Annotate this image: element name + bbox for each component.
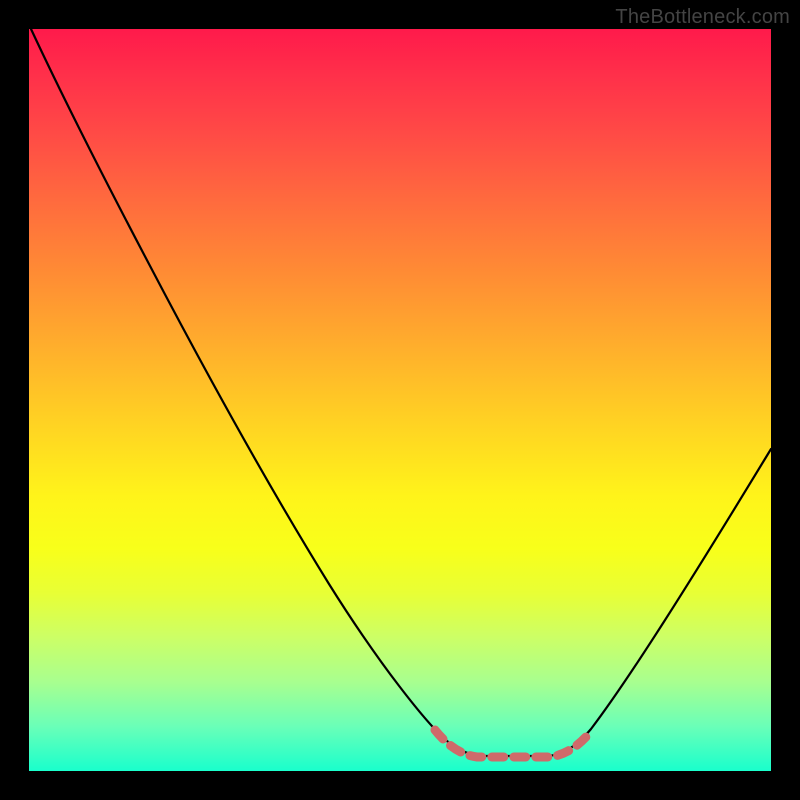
- plot-area: [29, 29, 771, 771]
- optimal-flat-region: [435, 730, 591, 757]
- bottleneck-curve: [31, 29, 771, 756]
- watermark-text: TheBottleneck.com: [615, 6, 790, 29]
- curve-svg: [29, 29, 771, 771]
- chart-frame: TheBottleneck.com: [0, 0, 800, 800]
